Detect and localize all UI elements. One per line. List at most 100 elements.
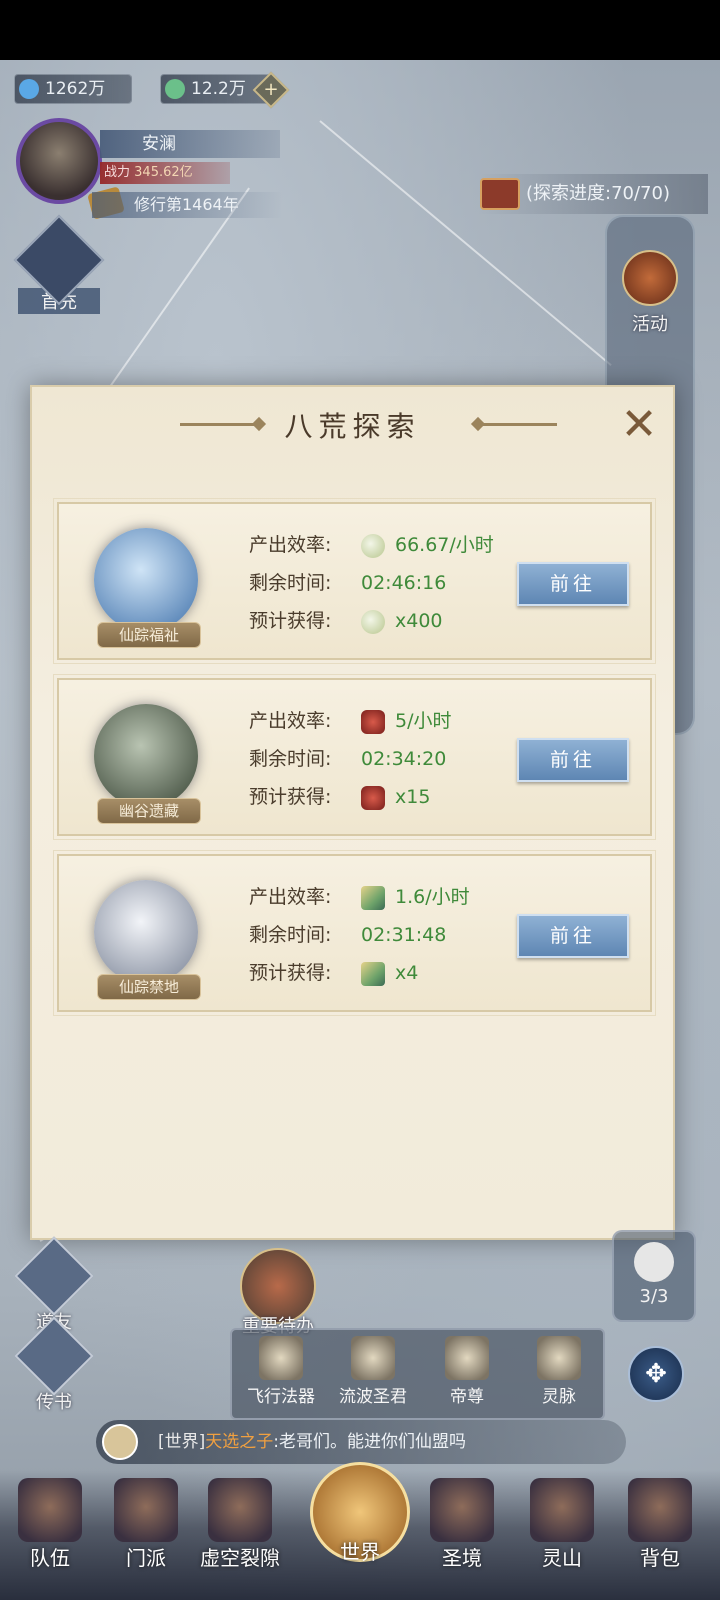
nav-label: 圣境	[442, 1546, 482, 1570]
boat-icon	[259, 1336, 303, 1380]
go-button[interactable]: 前往	[517, 914, 629, 958]
spirit-crystal-counter[interactable]: 1262万	[14, 74, 132, 104]
first-recharge-button[interactable]: 首充	[13, 214, 105, 314]
rift-icon	[208, 1478, 272, 1542]
treasure-chest-icon	[480, 178, 520, 210]
remaining-value: 02:31:48	[361, 924, 447, 946]
plus-icon: +	[263, 79, 279, 100]
player-avatar[interactable]	[16, 118, 102, 204]
dialog-title: 八荒探索	[284, 410, 421, 443]
rate-row: 产出效率: 1.6/小时	[249, 882, 470, 912]
dialog-header: 八荒探索 ✕	[32, 387, 673, 467]
stamina-counter[interactable]: 3/3	[612, 1230, 696, 1322]
emperor-icon	[445, 1336, 489, 1380]
remaining-label: 剩余时间:	[249, 748, 332, 770]
rate-value: 1.6/小时	[395, 886, 470, 908]
team-icon	[18, 1478, 82, 1542]
expected-value: x15	[395, 786, 431, 808]
sect-icon	[114, 1478, 178, 1542]
remaining-value: 02:34:20	[361, 748, 447, 770]
rate-value: 5/小时	[395, 710, 452, 732]
counter-value: 3/3	[639, 1286, 669, 1307]
message-button[interactable]: 传书	[14, 1316, 94, 1414]
remaining-label: 剩余时间:	[249, 924, 332, 946]
close-icon[interactable]: ✕	[617, 403, 661, 449]
nav-label: 门派	[126, 1546, 166, 1570]
location-orb-icon	[94, 528, 198, 632]
expected-row: 预计获得: x400	[249, 606, 443, 636]
cultivation-years: 修行第1464年	[92, 192, 282, 218]
combat-power-value: 345.62亿	[134, 165, 193, 180]
world-chat-bar[interactable]: [世界]天选之子:老哥们。能进你们仙盟吗	[96, 1420, 626, 1464]
title-ornament-right	[477, 423, 557, 426]
meat-icon	[361, 785, 385, 810]
expected-label: 预计获得:	[249, 962, 332, 984]
rate-value: 66.67/小时	[395, 534, 494, 556]
chat-bubble-icon	[102, 1424, 138, 1460]
mountain-icon	[537, 1336, 581, 1380]
rate-label: 产出效率:	[249, 534, 332, 556]
bowl-icon	[634, 1242, 674, 1282]
nav-team[interactable]: 队伍	[0, 1478, 100, 1571]
liubo-shengjun-button[interactable]: 流波圣君	[328, 1336, 418, 1407]
activity-icon	[622, 250, 678, 306]
compass-icon[interactable]: ✥	[628, 1346, 684, 1402]
remaining-label: 剩余时间:	[249, 572, 332, 594]
skill-label: 灵脉	[542, 1387, 576, 1407]
location-name: 仙踪禁地	[97, 974, 201, 1000]
remaining-value: 02:46:16	[361, 572, 447, 594]
nav-backpack[interactable]: 背包	[610, 1478, 710, 1571]
pagoda-icon	[430, 1478, 494, 1542]
location-orb-icon	[94, 880, 198, 984]
explore-card: 幽谷遗藏 产出效率: 5/小时 剩余时间: 02:34:20 预计获得: x15 前往	[53, 674, 656, 840]
activity-button[interactable]: 活动	[608, 250, 692, 340]
expected-row: 预计获得: x15	[249, 782, 430, 812]
skill-label: 帝尊	[450, 1387, 484, 1407]
jade-icon	[165, 79, 185, 99]
explore-progress-text: (探索进度:70/70)	[526, 183, 670, 204]
nav-label: 灵山	[542, 1546, 582, 1570]
chat-sender: 天选之子	[205, 1432, 274, 1452]
expected-label: 预计获得:	[249, 610, 332, 632]
letter-icon	[14, 1316, 94, 1396]
nav-sect[interactable]: 门派	[96, 1478, 196, 1571]
nav-spirit-mountain[interactable]: 灵山	[512, 1478, 612, 1571]
status-bar	[0, 0, 720, 60]
location-orb-icon	[94, 704, 198, 808]
skill-bar: 飞行法器 流波圣君 帝尊 灵脉	[230, 1328, 605, 1420]
location-name: 幽谷遗藏	[97, 798, 201, 824]
skill-label: 飞行法器	[247, 1387, 315, 1407]
nav-label: 队伍	[30, 1546, 70, 1570]
combat-power: 战力 345.62亿	[100, 162, 230, 184]
remaining-row: 剩余时间: 02:34:20	[249, 744, 446, 774]
location-name: 仙踪福祉	[97, 622, 201, 648]
chat-channel: [世界]	[158, 1432, 206, 1452]
fellow-cultivator-icon	[14, 1236, 94, 1316]
important-todo-button[interactable]: 重要待办	[218, 1248, 338, 1338]
explore-card: 仙踪禁地 产出效率: 1.6/小时 剩余时间: 02:31:48 预计获得: x4 前…	[53, 850, 656, 1016]
combat-power-label: 战力	[104, 165, 131, 180]
spirit-crystal-value: 1262万	[45, 79, 106, 99]
spirit-vein-button[interactable]: 灵脉	[514, 1336, 604, 1407]
explore-progress[interactable]: (探索进度:70/70)	[478, 174, 708, 214]
spirit-crystal-icon	[19, 79, 39, 99]
rate-label: 产出效率:	[249, 710, 332, 732]
go-button[interactable]: 前往	[517, 562, 629, 606]
rate-row: 产出效率: 5/小时	[249, 706, 452, 736]
nav-world-label: 世界	[340, 1540, 380, 1564]
nav-label: 背包	[640, 1546, 680, 1570]
remaining-row: 剩余时间: 02:46:16	[249, 568, 446, 598]
spirit-icon	[351, 1336, 395, 1380]
go-button[interactable]: 前往	[517, 738, 629, 782]
nav-label: 虚空裂隙	[200, 1546, 280, 1570]
eight-wilds-explore-dialog: 八荒探索 ✕ 仙踪福祉 产出效率: 66.67/小时 剩余时间: 02:46:16 …	[30, 385, 675, 1240]
nav-holy-realm[interactable]: 圣境	[412, 1478, 512, 1571]
emperor-button[interactable]: 帝尊	[422, 1336, 512, 1407]
nav-void-rift[interactable]: 虚空裂隙	[190, 1478, 290, 1571]
meat-icon	[361, 709, 385, 734]
fan-icon	[361, 885, 385, 910]
expected-value: x4	[395, 962, 419, 984]
flying-artifact-button[interactable]: 飞行法器	[236, 1336, 326, 1407]
rate-label: 产出效率:	[249, 886, 332, 908]
cloud-essence-icon	[361, 533, 385, 558]
